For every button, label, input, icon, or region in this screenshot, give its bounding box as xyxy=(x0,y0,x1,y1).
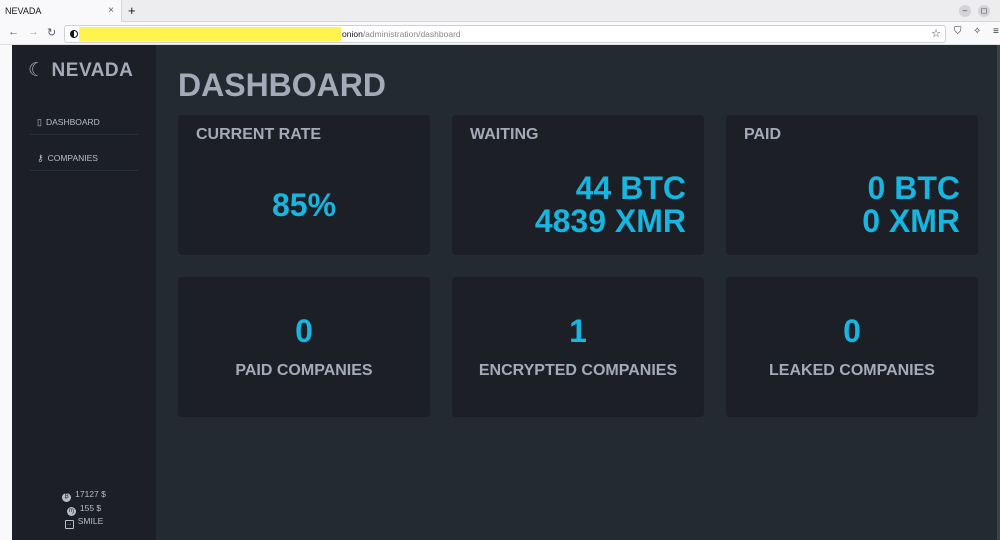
browser-tab[interactable]: NEVADA × xyxy=(0,0,122,22)
card-label: PAID xyxy=(744,126,782,143)
extension-icon[interactable]: ✧ xyxy=(973,26,981,37)
restore-button[interactable]: ◻ xyxy=(978,5,990,17)
balance-btc: ₿ 17127 $ xyxy=(12,489,156,502)
minimize-button[interactable]: – xyxy=(959,5,971,17)
encrypted-companies-label: ENCRYPTED COMPANIES xyxy=(478,362,678,379)
bitcoin-icon: ₿ xyxy=(62,493,72,502)
card-label: CURRENT RATE xyxy=(196,126,322,143)
shield-icon[interactable]: ⛉ xyxy=(954,26,962,37)
new-tab-button[interactable]: + xyxy=(128,3,136,18)
balance-xmr: ɱ 155 $ xyxy=(66,503,102,516)
sidebar-item-dashboard[interactable]: ▯ DASHBOARD xyxy=(30,107,138,135)
moon-icon: ☾ xyxy=(28,60,46,81)
sign-in-icon: → xyxy=(64,520,74,529)
forward-icon[interactable]: → xyxy=(28,26,39,38)
tab-close-icon[interactable]: × xyxy=(108,5,114,16)
url-text: onion/administration/dashboard xyxy=(342,29,461,39)
monero-icon: ɱ xyxy=(66,507,76,516)
browser-tab-bar: NEVADA × + – ◻ xyxy=(0,0,1000,22)
paid-companies-card: 0 PAID COMPANIES xyxy=(178,277,430,417)
key-icon: ⚷ xyxy=(37,153,44,163)
back-icon[interactable]: ← xyxy=(8,26,19,38)
leaked-companies-label: LEAKED COMPANIES xyxy=(769,362,935,379)
sidebar: ☾ NEVADA ▯ DASHBOARD ⚷ COMPANIES ₿ 17127 $ ɱ… xyxy=(12,45,156,540)
reload-icon[interactable]: ↻ xyxy=(47,26,56,39)
menu-icon[interactable]: ≡ xyxy=(993,26,999,37)
redacted-host xyxy=(79,27,341,41)
paid-companies-count: 0 xyxy=(295,313,313,349)
current-rate-value: 85% xyxy=(271,187,337,223)
encrypted-companies-count: 1 xyxy=(569,313,587,349)
paid-card: PAID 0 BTC 0 XMR xyxy=(726,115,978,255)
page-title: DASHBOARD xyxy=(178,67,386,103)
brand-logo[interactable]: ☾ NEVADA xyxy=(28,59,133,82)
logout-link[interactable]: → SMILE xyxy=(12,516,156,529)
sidebar-item-companies[interactable]: ⚷ COMPANIES xyxy=(30,143,138,171)
site-info-icon[interactable] xyxy=(70,30,78,38)
waiting-card: WAITING 44 BTC 4839 XMR xyxy=(452,115,704,255)
bookmark-star-icon[interactable]: ☆ xyxy=(931,27,941,40)
paid-companies-label: PAID COMPANIES xyxy=(235,362,373,379)
waiting-btc: 44 BTC xyxy=(575,170,686,206)
leaked-companies-count: 0 xyxy=(843,313,861,349)
waiting-xmr: 4839 XMR xyxy=(534,203,686,239)
paid-btc: 0 BTC xyxy=(867,170,960,206)
paid-xmr: 0 XMR xyxy=(862,203,960,239)
browser-nav-bar: ← → ↻ onion/administration/dashboard ☆ ⛉… xyxy=(0,22,1000,45)
url-bar[interactable]: onion/administration/dashboard ☆ xyxy=(64,25,946,43)
card-label: WAITING xyxy=(470,126,539,143)
leaked-companies-card: 0 LEAKED COMPANIES xyxy=(726,277,978,417)
clipboard-icon: ▯ xyxy=(37,117,42,127)
current-rate-card: CURRENT RATE 85% xyxy=(178,115,430,255)
tab-title: NEVADA xyxy=(5,6,42,16)
app-root: ☾ NEVADA ▯ DASHBOARD ⚷ COMPANIES ₿ 17127 $ ɱ… xyxy=(12,45,1000,540)
encrypted-companies-card: 1 ENCRYPTED COMPANIES xyxy=(452,277,704,417)
